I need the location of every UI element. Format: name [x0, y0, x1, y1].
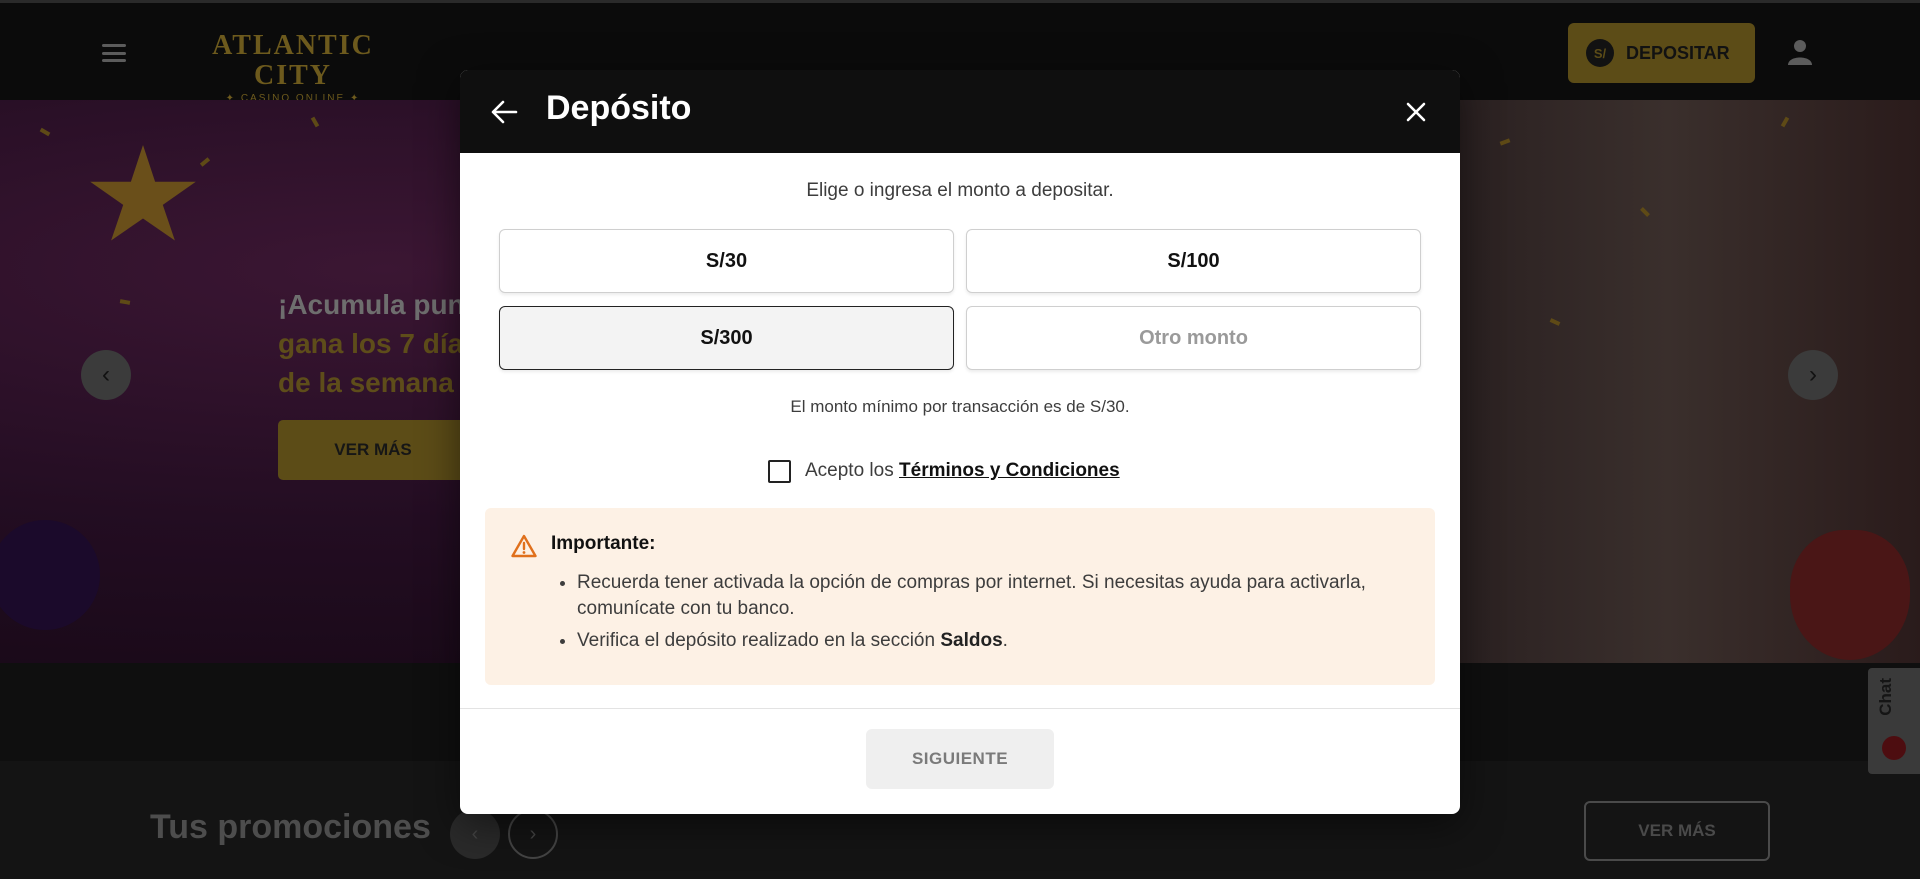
minimum-amount-note: El monto mínimo por transacción es de S/…	[790, 397, 1130, 416]
notice-item-verify-deposit: Verifica el depósito realizado en la sec…	[577, 628, 1427, 654]
notice-item-2-bold: Saldos	[940, 630, 1003, 651]
footer-divider	[460, 708, 1460, 709]
terms-prefix: Acepto los	[805, 460, 894, 481]
amount-option-100[interactable]: S/100	[966, 229, 1421, 293]
other-amount-input[interactable]: Otro monto	[966, 306, 1421, 370]
deposit-modal: Depósito Elige o ingresa el monto a depo…	[460, 70, 1460, 814]
terms-checkbox[interactable]	[768, 459, 791, 483]
back-arrow-icon[interactable]	[488, 97, 520, 127]
terms-row: Acepto los Términos y Condiciones	[768, 457, 1120, 485]
deposit-instruction: Elige o ingresa el monto a depositar.	[806, 180, 1114, 201]
notice-item-2-text: Verifica el depósito realizado en la sec…	[577, 630, 936, 651]
warning-icon	[511, 534, 537, 558]
notice-title: Importante:	[551, 533, 656, 554]
close-icon[interactable]	[1402, 98, 1430, 126]
terms-link[interactable]: Términos y Condiciones	[899, 460, 1120, 481]
notice-list: Recuerda tener activada la opción de com…	[577, 570, 1427, 660]
amount-option-300[interactable]: S/300	[499, 306, 954, 370]
important-notice: Importante: Recuerda tener activada la o…	[485, 508, 1435, 685]
next-button[interactable]: SIGUIENTE	[866, 729, 1054, 789]
modal-title: Depósito	[546, 89, 692, 127]
notice-item-2-suffix: .	[1002, 630, 1008, 651]
amount-option-30[interactable]: S/30	[499, 229, 954, 293]
notice-item-internet-purchases: Recuerda tener activada la opción de com…	[577, 570, 1427, 622]
modal-header: Depósito	[460, 70, 1460, 153]
